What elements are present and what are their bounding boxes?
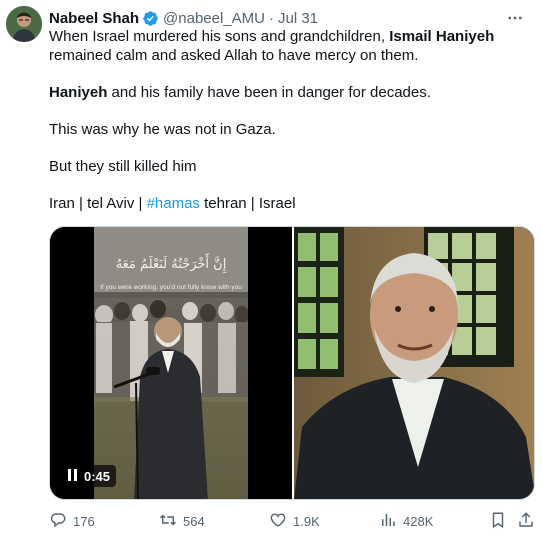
video-caption-english: If you were working, you'd not fully kno…	[100, 284, 242, 291]
tweet-text-line: remained calm and asked Allah to have me…	[49, 46, 529, 65]
text-segment: and his family have been in danger for d…	[107, 84, 431, 101]
retweet-icon	[159, 511, 177, 532]
text-segment: remained calm and asked Allah to have me…	[49, 47, 419, 64]
reply-button[interactable]: 176	[49, 510, 95, 532]
bold-text: Haniyeh	[49, 84, 108, 101]
retweet-button[interactable]: 564	[159, 510, 205, 532]
bookmark-button[interactable]	[489, 510, 507, 532]
tweet-text: When Israel murdered his sons and grandc…	[49, 27, 529, 213]
reply-icon	[49, 511, 67, 532]
photo[interactable]	[294, 227, 534, 499]
reply-count: 176	[73, 513, 95, 529]
like-count: 1.9K	[293, 513, 320, 529]
hashtag-link[interactable]: #hamas	[147, 195, 200, 212]
share-icon	[517, 511, 535, 532]
text-segment: Iran | tel Aviv |	[49, 195, 147, 212]
author-handle[interactable]: @nabeel_AMU	[163, 10, 265, 27]
avatar-image	[6, 6, 42, 42]
tweet-text-line: But they still killed him	[49, 157, 529, 176]
video-caption-arabic: إِنَّ أَخْرَجْتُهُ لَنَعْلَمُ مَعَهُ	[115, 257, 227, 272]
like-icon	[269, 511, 287, 532]
pause-icon[interactable]	[68, 468, 78, 484]
video-frame: إِنَّ أَخْرَجْتُهُ لَنَعْلَمُ مَعَهُ If …	[94, 227, 248, 499]
like-button[interactable]: 1.9K	[269, 510, 320, 532]
bold-text: Ismail Haniyeh	[389, 28, 495, 45]
tweet-text-line: Iran | tel Aviv | #hamas tehran | Israel	[49, 194, 529, 213]
share-button[interactable]	[517, 510, 535, 532]
tweet-text-line: This was why he was not in Gaza.	[49, 120, 529, 139]
bookmark-icon	[489, 511, 507, 532]
tweet-actions: 176 564 1.9K 428K	[49, 510, 535, 532]
video-player[interactable]: إِنَّ أَخْرَجْتُهُ لَنَعْلَمُ مَعَهُ If …	[50, 227, 292, 499]
views-icon	[379, 511, 397, 532]
video-timer[interactable]: 0:45	[62, 465, 117, 487]
tweet-text-line: When Israel murdered his sons and grandc…	[49, 27, 529, 46]
tweet-text-line: Haniyeh and his family have been in dang…	[49, 83, 529, 102]
media-grid: إِنَّ أَخْرَجْتُهُ لَنَعْلَمُ مَعَهُ If …	[49, 226, 535, 500]
text-segment: When Israel murdered his sons and grandc…	[49, 28, 390, 45]
views-count: 428K	[403, 513, 434, 529]
video-duration: 0:45	[84, 468, 111, 484]
avatar[interactable]	[6, 6, 42, 42]
tweet-date[interactable]: Jul 31	[278, 10, 318, 27]
more-options-icon[interactable]	[504, 8, 526, 28]
text-segment: tehran | Israel	[199, 195, 296, 212]
views-button[interactable]: 428K	[379, 510, 433, 532]
tweet-header: Nabeel Shah @nabeel_AMU · Jul 31	[49, 8, 530, 28]
retweet-count: 564	[183, 513, 205, 529]
author-name[interactable]: Nabeel Shah	[49, 10, 139, 27]
header-separator: ·	[268, 9, 274, 27]
text-segment: But they still killed him	[49, 158, 197, 175]
verified-badge-icon	[142, 10, 159, 27]
text-segment: This was why he was not in Gaza.	[49, 121, 276, 138]
photo-image	[294, 227, 534, 499]
